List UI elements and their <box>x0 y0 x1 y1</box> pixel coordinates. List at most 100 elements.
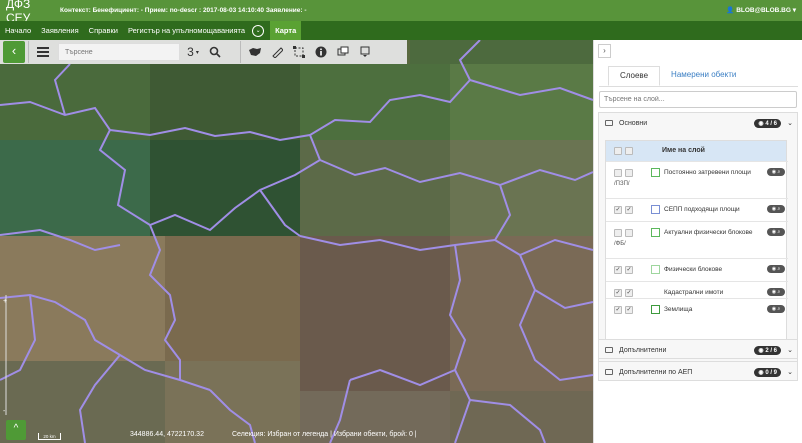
layer-zoom-search-icon[interactable]: ◉ ⌕ <box>767 168 785 176</box>
layer-name: Актуални физически блокове <box>664 229 753 236</box>
chevron-down-icon[interactable]: ⌄ <box>787 119 793 127</box>
layer-group-aep: Допълнителни по АЕП ◉ 0 / 9 ⌄ <box>598 361 798 381</box>
group-count: 4 / 6 <box>765 120 777 127</box>
group-count-badge: ◉ 0 / 9 <box>754 367 781 377</box>
group-count: 2 / 6 <box>765 347 777 354</box>
layer-row[interactable]: Актуални физически блокове ◉ ⌕ /ФБ/ <box>606 221 788 258</box>
toolbar-divider <box>28 41 29 63</box>
tab-found-objects[interactable]: Намерени обекти <box>660 66 747 86</box>
tab-divider <box>599 86 798 87</box>
layers-panel: › Слоеве Намерени обекти Основни ◉ 4 / 6… <box>593 40 802 443</box>
nav-reports[interactable]: Справки <box>84 21 123 40</box>
map-view[interactable]: ‹ 3 ▾ + <box>0 40 593 443</box>
caret-down-icon: ▾ <box>195 49 199 56</box>
layer-checkbox[interactable] <box>614 229 622 237</box>
layer-zoom-search-icon[interactable]: ◉ ⌕ <box>767 228 785 236</box>
ruler-icon[interactable] <box>266 41 288 63</box>
layer-name-suffix: /ФБ/ <box>614 241 626 247</box>
country-map-icon[interactable] <box>244 41 266 63</box>
map-coordinates: 344886.44, 4722170.32 <box>130 431 204 438</box>
layer-row[interactable]: ✓ ✓ Физически блокове ◉ ⌕ <box>606 258 788 281</box>
layer-color-swatch <box>651 305 660 314</box>
layer-checkbox[interactable]: ✓ <box>614 306 622 314</box>
layer-visibility-checkbox[interactable] <box>625 169 633 177</box>
layer-zoom-search-icon[interactable]: ◉ ⌕ <box>767 265 785 273</box>
tab-layers[interactable]: Слоеве <box>608 66 661 86</box>
layer-name: Кадастрални имоти <box>664 289 724 296</box>
expand-up-button[interactable]: ^ <box>6 420 26 440</box>
group-title: Допълнителни по АЕП <box>619 368 693 376</box>
layer-checkbox[interactable] <box>614 169 622 177</box>
layer-visibility-checkbox[interactable]: ✓ <box>625 289 633 297</box>
layer-color-swatch <box>651 168 660 177</box>
group-title: Основни <box>619 119 648 127</box>
nav-applications[interactable]: Заявления <box>36 21 84 40</box>
layer-row[interactable]: ✓ ✓ СЕПП подходящи площи ◉ ⌕ <box>606 198 788 221</box>
nav-home[interactable]: Начало <box>0 21 36 40</box>
layer-visibility-checkbox[interactable]: ✓ <box>625 266 633 274</box>
chevron-down-icon[interactable]: ⌄ <box>787 368 793 376</box>
toolbar-divider <box>240 41 241 63</box>
selection-status: Селекция: Избран от легенда | Избрани об… <box>232 431 417 438</box>
context-line: Контекст: Бенефициент: - Прием: no-descr… <box>60 7 307 14</box>
user-icon: 👤 <box>726 7 735 14</box>
layer-visibility-checkbox[interactable]: ✓ <box>625 306 633 314</box>
layer-name: СЕПП подходящи площи <box>664 206 740 213</box>
zoom-level-value: 3 <box>187 45 194 59</box>
nav-authorization-register[interactable]: Регистър на упълномощаванията <box>123 21 250 40</box>
menu-icon[interactable] <box>32 41 54 63</box>
table-header: Име на слой <box>606 141 786 161</box>
layer-checkbox[interactable]: ✓ <box>614 289 622 297</box>
folder-icon <box>605 347 613 353</box>
column-header-layer-name: Име на слой <box>662 147 705 154</box>
user-email: BLOB@BLOB.BG <box>736 7 791 14</box>
layer-name: Постоянно затревени площи <box>664 169 751 176</box>
select-all-checkbox[interactable] <box>614 147 622 155</box>
search-icon[interactable] <box>204 41 226 63</box>
caret-down-icon: ▾ <box>792 7 796 14</box>
group-count-badge: ◉ 2 / 6 <box>754 345 781 355</box>
layer-visibility-checkbox[interactable]: ✓ <box>625 206 633 214</box>
group-header[interactable]: Допълнителни ◉ 2 / 6 ⌄ <box>599 340 797 360</box>
layer-name: Физически блокове <box>664 266 723 273</box>
layer-checkbox[interactable]: ✓ <box>614 266 622 274</box>
map-imagery <box>0 40 593 443</box>
user-menu[interactable]: 👤 BLOB@BLOB.BG ▾ <box>726 6 796 14</box>
main-nav: Начало Заявления Справки Регистър на упъ… <box>0 21 802 40</box>
layer-search-input[interactable] <box>599 91 797 108</box>
layer-name-suffix: /ПЗП/ <box>614 181 630 187</box>
folder-icon <box>605 369 613 375</box>
status-bar: 344886.44, 4722170.32 Селекция: Избран о… <box>0 428 593 443</box>
zoom-slider[interactable]: + - <box>3 295 9 415</box>
back-button[interactable]: ‹ <box>3 41 25 63</box>
layer-color-swatch <box>651 228 660 237</box>
group-header[interactable]: Основни ◉ 4 / 6 ⌄ <box>599 113 797 133</box>
chevron-down-icon[interactable]: ⌄ <box>787 346 793 354</box>
layers-table: Име на слой Постоянно затревени площи ◉ ⌕… <box>605 140 788 357</box>
layers-icon[interactable] <box>332 41 354 63</box>
group-title: Допълнителни <box>619 346 667 354</box>
layer-color-swatch <box>651 205 660 214</box>
layer-name: Землища <box>664 306 693 313</box>
layer-row[interactable]: ✓ ✓ Землища ◉ ⌕ <box>606 298 788 321</box>
select-area-icon[interactable] <box>288 41 310 63</box>
nav-map[interactable]: Карта <box>270 21 302 40</box>
layer-zoom-search-icon[interactable]: ◉ ⌕ <box>767 205 785 213</box>
top-bar: ДФЗ СЕУ Контекст: Бенефициент: - Прием: … <box>0 0 802 25</box>
zoom-level-select[interactable]: 3 ▾ <box>182 42 204 62</box>
scale-bar: 20 km <box>38 433 61 440</box>
group-header[interactable]: Допълнителни по АЕП ◉ 0 / 9 ⌄ <box>599 362 797 382</box>
layer-color-swatch <box>651 288 660 297</box>
layer-checkbox[interactable]: ✓ <box>614 206 622 214</box>
layer-row[interactable]: ✓ ✓ Кадастрални имоти ◉ ⌕ <box>606 281 788 298</box>
layer-visibility-checkbox[interactable] <box>625 229 633 237</box>
layer-zoom-search-icon[interactable]: ◉ ⌕ <box>767 305 785 313</box>
layer-row[interactable]: Постоянно затревени площи ◉ ⌕ /ПЗП/ <box>606 161 788 198</box>
map-search-input[interactable] <box>58 43 180 61</box>
print-icon[interactable] <box>354 41 376 63</box>
select-all-visibility-checkbox[interactable] <box>625 147 633 155</box>
collapse-panel-button[interactable]: › <box>598 44 611 58</box>
layer-zoom-search-icon[interactable]: ◉ ⌕ <box>767 288 785 296</box>
nav-dropdown-icon[interactable]: ⌄ <box>252 24 265 37</box>
info-icon[interactable] <box>310 41 332 63</box>
